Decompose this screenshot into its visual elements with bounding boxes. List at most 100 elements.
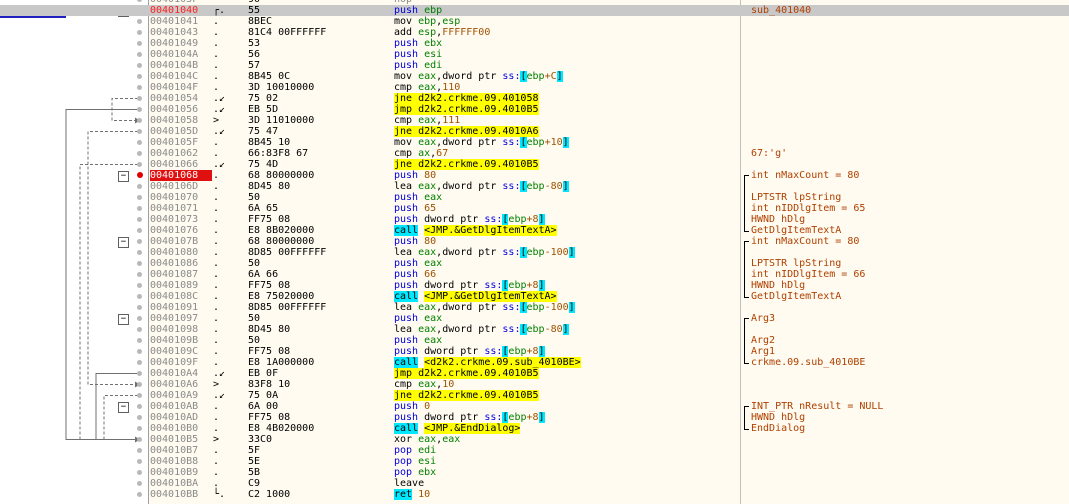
address-cell: 00401049 <box>150 38 199 49</box>
disasm-row[interactable]: 004010A9 .↙ 75 0A jne d2k2.crkme.09.4010B5 <box>0 390 1069 401</box>
disasm-row[interactable]: 0040109C. FF75 08 push dword ptr ss:[ebp+8… <box>0 346 1069 357</box>
instruction: cmp ax,67 <box>394 148 734 159</box>
disasm-row[interactable]: 00401054 .↙ 75 02 jne d2k2.crkme.09.401058 <box>0 93 1069 104</box>
comment-cell: int nMaxCount = 80 <box>751 170 860 181</box>
disasm-row[interactable]: 004010AD. FF75 08 push dword ptr ss:[ebp+8… <box>0 412 1069 423</box>
disasm-row[interactable]: 00401097. 50 push eax Arg3 <box>0 313 1069 324</box>
disasm-row[interactable]: 00401086. 50 push eax LPTSTR lpString <box>0 258 1069 269</box>
disasm-row[interactable]: 00401049. 53 push ebx <box>0 38 1069 49</box>
instruction: ret 10 <box>394 489 734 500</box>
opcode-bytes: 66:83F8 67 <box>248 148 309 159</box>
disasm-row[interactable]: 0040106D. 8D45 80 lea eax,dword ptr ss:[eb… <box>0 181 1069 192</box>
instruction-token: lea <box>394 247 419 258</box>
flow-marker: .↙ <box>213 104 226 115</box>
instruction: push ebp <box>394 5 734 16</box>
instruction-token: edi <box>418 445 437 456</box>
comment-cell: LPTSTR lpString <box>751 258 842 269</box>
disasm-row[interactable]: 0040104F. 3D 10010000 cmp eax,110 <box>0 82 1069 93</box>
opcode-bytes: 6A 00 <box>248 401 279 412</box>
disasm-row[interactable]: 00401098. 8D45 80 lea eax,dword ptr ss:[eb… <box>0 324 1069 335</box>
instruction: push 80 <box>394 236 734 247</box>
disasm-row[interactable]: 00401089. FF75 08 push dword ptr ss:[ebp+8… <box>0 280 1069 291</box>
flow-marker: . <box>213 38 220 49</box>
disasm-row[interactable]: 004010BB └. C2 1000 ret 10 <box>0 489 1069 500</box>
disasm-row[interactable]: 004010BA. C9 leave <box>0 478 1069 489</box>
address-cell: 0040109B <box>150 335 199 346</box>
opcode-bytes: EB 0F <box>248 368 279 379</box>
disasm-row[interactable]: 00401070. 50 push eax LPTSTR lpString <box>0 192 1069 203</box>
disasm-row[interactable]: 0040104A. 56 push esi <box>0 49 1069 60</box>
instruction-token: ebp <box>526 247 545 258</box>
disasm-row[interactable]: 0040108C. E8 75020000 call <JMP.&GetDlgIte… <box>0 291 1069 302</box>
disasm-row[interactable]: 004010A6 >83F8 10 cmp eax,10 <box>0 379 1069 390</box>
flow-marker: . <box>213 445 220 456</box>
disasm-row[interactable]: 00401071. 6A 65 push 65 int nIDDlgItem = 65 <box>0 203 1069 214</box>
disasm-row[interactable]: 00401073. FF75 08 push dword ptr ss:[ebp+8… <box>0 214 1069 225</box>
instruction-token: push <box>394 203 425 214</box>
disasm-row[interactable]: 004010AB. 6A 00 push 0 INT_PTR nResult = NU… <box>0 401 1069 412</box>
disasm-row[interactable]: 0040104C. 8B45 0C mov eax,dword ptr ss:[eb… <box>0 71 1069 82</box>
disasm-row[interactable]: 00401066 .↙ 75 4D jne d2k2.crkme.09.4010B5 <box>0 159 1069 170</box>
instruction-token: +8 <box>526 214 539 225</box>
instruction: cmp eax,10 <box>394 379 734 390</box>
instruction-token: lea <box>394 324 419 335</box>
disasm-row[interactable]: 00401091. 8D85 00FFFFFF lea eax,dword ptr … <box>0 302 1069 313</box>
address-cell: 0040104C <box>150 71 199 82</box>
instruction: add esp,FFFFFF00 <box>394 27 734 38</box>
instruction-token: <JMP.&GetDlgItemTextA> <box>424 291 557 302</box>
disasm-row[interactable]: 004010A4 .↙ EB 0F jmp d2k2.crkme.09.4010B5 <box>0 368 1069 379</box>
instruction-token: 67 <box>436 148 449 159</box>
disasm-row[interactable]: 004010B8. 5E pop esi <box>0 456 1069 467</box>
disasm-row[interactable]: 0040104B. 57 push edi <box>0 60 1069 71</box>
instruction: jmp d2k2.crkme.09.4010B5 <box>394 104 734 115</box>
instruction-token: cmp <box>394 82 419 93</box>
disasm-row[interactable]: 00401058 >3D 11010000 cmp eax,111 <box>0 115 1069 126</box>
disasm-row[interactable]: 00401056 .↙ EB 5D jmp d2k2.crkme.09.4010B5 <box>0 104 1069 115</box>
disasm-row[interactable]: 00401087. 6A 66 push 66 int nIDDlgItem = 66 <box>0 269 1069 280</box>
instruction-token: dword ptr <box>442 71 503 82</box>
address-cell: 00401043 <box>150 27 199 38</box>
instruction-token: dword ptr <box>442 247 503 258</box>
opcode-bytes: FF75 08 <box>248 412 291 423</box>
instruction-token: eax <box>424 335 443 346</box>
disasm-row[interactable]: 00401062. 66:83F8 67 cmp ax,67 67:'g' <box>0 148 1069 159</box>
disasm-row[interactable]: 004010B9. 5B pop ebx <box>0 467 1069 478</box>
instruction-token: ax <box>418 148 431 159</box>
flow-marker: . <box>213 302 220 313</box>
address-cell: 004010B8 <box>150 456 199 467</box>
disasm-row[interactable]: 00401041. 8BEC mov ebp,esp <box>0 16 1069 27</box>
disasm-row[interactable]: 00401040 ┌. 55 push ebp sub_401040 <box>0 5 1069 16</box>
instruction-token: push <box>394 170 425 181</box>
argument-brace <box>744 318 749 364</box>
disasm-row[interactable]: 0040107B. 68 80000000 push 80 int nMaxCount… <box>0 236 1069 247</box>
instruction-token: ebp <box>508 214 527 225</box>
instruction-token: esp <box>442 16 461 27</box>
instruction: pop esi <box>394 456 734 467</box>
disasm-row[interactable]: 00401076. E8 8B020000 call <JMP.&GetDlgIte… <box>0 225 1069 236</box>
flow-marker: > <box>213 379 220 390</box>
flow-marker: ┌. <box>213 5 226 16</box>
disasm-row[interactable]: 0040105F. 8B45 10 mov eax,dword ptr ss:[eb… <box>0 137 1069 148</box>
address-cell: 00401056 <box>150 104 199 115</box>
disasm-row[interactable]: 0040109B. 50 push eax Arg2 <box>0 335 1069 346</box>
instruction-token: dword ptr <box>442 181 503 192</box>
address-cell: 00401070 <box>150 192 199 203</box>
disasm-row[interactable]: 00401068. 68 80000000 push 80 int nMaxCount… <box>0 170 1069 181</box>
disasm-row[interactable]: 00401043. 81C4 00FFFFFF add esp,FFFFFF00 <box>0 27 1069 38</box>
disasm-row[interactable]: 0040105D .↙ 75 47 jne d2k2.crkme.09.4010A6 <box>0 126 1069 137</box>
instruction: lea eax,dword ptr ss:[ebp-80] <box>394 324 734 335</box>
instruction-token: ] <box>538 214 545 225</box>
disasm-row[interactable]: 004010B7. 5F pop edi <box>0 445 1069 456</box>
address-cell: 004010BB <box>150 489 199 500</box>
address-cell: 00401098 <box>150 324 199 335</box>
opcode-bytes: 8D85 00FFFFFF <box>248 247 327 258</box>
instruction-token: esi <box>418 456 437 467</box>
disasm-row[interactable]: 004010B0. E8 4B020000 call <JMP.&EndDialog… <box>0 423 1069 434</box>
opcode-bytes: C2 1000 <box>248 489 291 500</box>
opcode-bytes: 5E <box>248 456 261 467</box>
disasm-row[interactable]: 00401080. 8D85 00FFFFFF lea eax,dword ptr … <box>0 247 1069 258</box>
opcode-bytes: 8D45 80 <box>248 181 291 192</box>
instruction-token: mov <box>394 71 419 82</box>
disasm-row[interactable]: 004010B5 >33C0 xor eax,eax <box>0 434 1069 445</box>
disasm-row[interactable]: 0040109F. E8 1A000000 call <d2k2.crkme.09.… <box>0 357 1069 368</box>
